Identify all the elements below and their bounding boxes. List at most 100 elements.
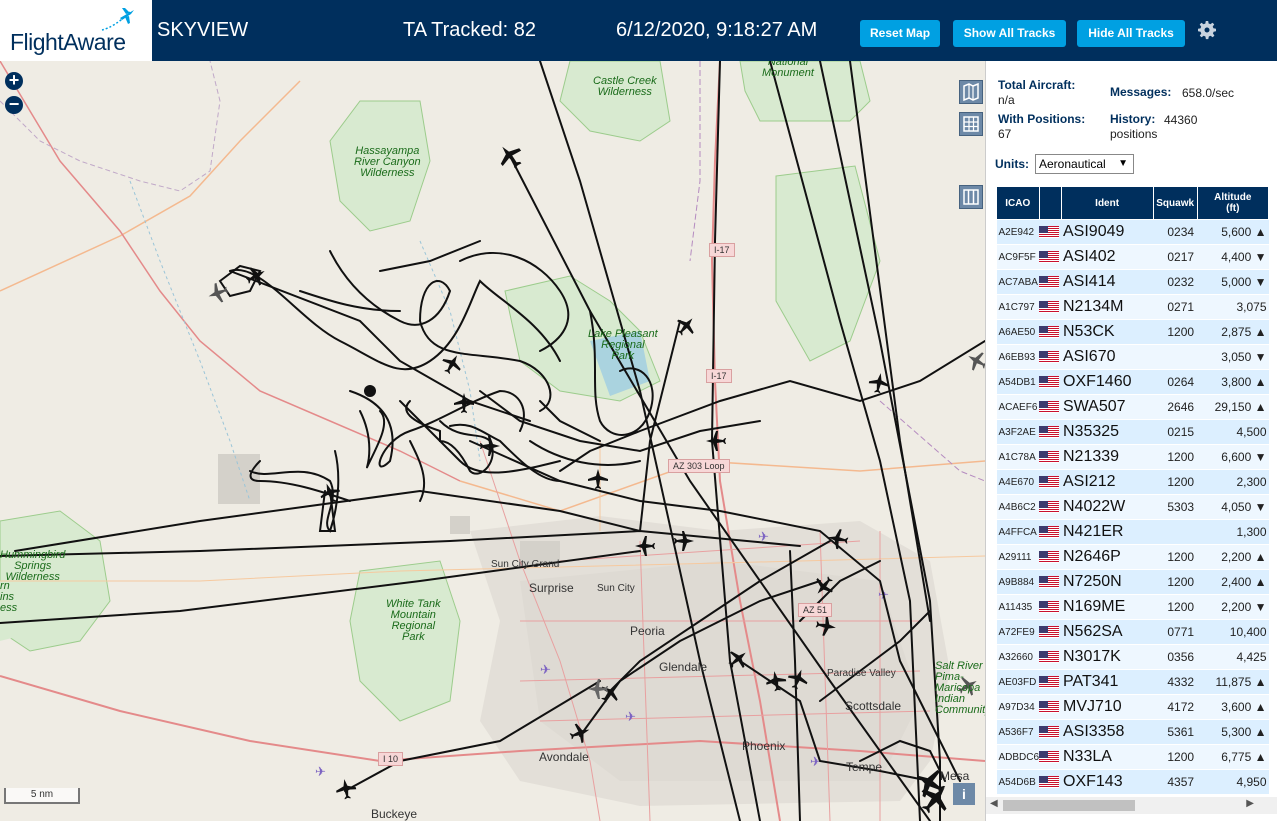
table-cell-squawk: 0771 [1153, 619, 1198, 645]
info-icon[interactable]: i [953, 783, 975, 805]
table-cell-altitude: 2,200 ▼ [1197, 594, 1269, 620]
column-altitude[interactable]: Altitude (ft) [1196, 186, 1270, 220]
table-row[interactable]: A6EB93 ASI670 3,050 ▼ [996, 344, 1269, 370]
table-cell-altitude: 6,600 ▼ [1197, 444, 1269, 470]
table-cell-icao: A54D6B [996, 769, 1040, 795]
zoom-in-button[interactable]: + [5, 71, 23, 90]
table-row[interactable]: A9B884 N7250N 1200 2,400 ▲ [996, 569, 1269, 595]
units-selected-value: Aeronautical [1039, 157, 1106, 171]
column-squawk[interactable]: Squawk [1152, 186, 1198, 220]
show-all-tracks-button[interactable]: Show All Tracks [953, 20, 1066, 47]
table-row[interactable]: A3F2AE N35325 0215 4,500 [996, 419, 1269, 445]
column-icao[interactable]: ICAO [996, 186, 1040, 220]
us-flag-icon [1039, 444, 1061, 470]
gear-icon[interactable] [1195, 18, 1219, 42]
table-cell-squawk: 4357 [1153, 769, 1198, 795]
table-cell-ident: N4022W [1061, 494, 1154, 520]
map-view[interactable]: ✈ ✈ ✈ ✈ ✈ ✈ National Monument Castle Cre… [0, 61, 985, 821]
table-cell-ident: N53CK [1061, 319, 1154, 345]
messages-label: Messages: [1110, 85, 1172, 99]
units-select[interactable]: Aeronautical ▼ [1035, 154, 1134, 174]
table-row[interactable]: A32660 N3017K 0356 4,425 [996, 644, 1269, 670]
scroll-left-icon[interactable]: ◀ [990, 798, 998, 809]
history-value: 44360 [1164, 113, 1198, 127]
columns-toggle-button[interactable] [959, 185, 983, 209]
label-national-monument: National Monument [762, 61, 814, 79]
header-bar: FlightAware SKYVIEW TA Tracked: 82 6/12/… [0, 0, 1277, 61]
city-sun-city-grand: Sun City Grand [491, 559, 560, 570]
us-flag-icon [1039, 369, 1061, 395]
table-cell-altitude: 4,950 [1197, 769, 1269, 795]
us-flag-icon [1039, 319, 1061, 345]
table-cell-squawk: 1200 [1153, 319, 1198, 345]
table-cell-icao: A1C797 [996, 294, 1040, 320]
table-cell-icao: A11435 [996, 594, 1040, 620]
map-icon [963, 82, 979, 102]
table-cell-icao: A4B6C2 [996, 494, 1040, 520]
table-row[interactable]: A4B6C2 N4022W 5303 4,050 ▼ [996, 494, 1269, 520]
aircraft-sidebar: Total Aircraft: n/a With Positions: 67 M… [985, 61, 1277, 821]
hide-all-tracks-button[interactable]: Hide All Tracks [1077, 20, 1185, 47]
flightaware-logo[interactable]: FlightAware [0, 0, 152, 61]
zoom-out-button[interactable]: − [5, 95, 23, 114]
table-row[interactable]: ADBDC6 N33LA 1200 6,775 ▲ [996, 744, 1269, 770]
table-cell-ident: N33LA [1061, 744, 1154, 770]
horizontal-scrollbar[interactable]: ◀ ▶ [986, 797, 1277, 814]
grid-toggle-button[interactable] [959, 112, 983, 136]
table-row[interactable]: A536F7 ASI3358 5361 5,300 ▲ [996, 719, 1269, 745]
table-row[interactable]: A4FFCA N421ER 1,300 [996, 519, 1269, 545]
app-title: SKYVIEW [157, 19, 249, 41]
table-row[interactable]: A97D34 MVJ710 4172 3,600 ▲ [996, 694, 1269, 720]
column-ident[interactable]: Ident [1060, 186, 1154, 220]
table-cell-ident: ASI3358 [1061, 719, 1154, 745]
table-row[interactable]: A4E670 ASI212 1200 2,300 [996, 469, 1269, 495]
table-cell-altitude: 4,050 ▼ [1197, 494, 1269, 520]
label-salt-river: Salt River Pima- Maricopa Indian Communi… [935, 660, 985, 716]
table-row[interactable]: AC9F5F ASI402 0217 4,400 ▼ [996, 244, 1269, 270]
shield-az303: AZ 303 Loop [668, 459, 730, 473]
aircraft-table: ICAO Ident Squawk Altitude (ft) A2E942 AS… [996, 186, 1270, 795]
columns-icon [963, 189, 979, 205]
shield-i17-south: I-17 [706, 369, 732, 383]
scrollbar-thumb[interactable] [1003, 800, 1135, 811]
table-cell-ident: N21339 [1061, 444, 1154, 470]
map-layers-button[interactable] [959, 80, 983, 104]
table-row[interactable]: AC7ABA ASI414 0232 5,000 ▼ [996, 269, 1269, 295]
label-hassayampa: Hassayampa River Canyon Wilderness [354, 145, 421, 179]
us-flag-icon [1039, 719, 1061, 745]
table-cell-altitude: 2,875 ▲ [1197, 319, 1269, 345]
scroll-right-icon[interactable]: ▶ [1246, 798, 1254, 809]
table-row[interactable]: A6AE50 N53CK 1200 2,875 ▲ [996, 319, 1269, 345]
table-row[interactable]: A54DB1 OXF1460 0264 3,800 ▲ [996, 369, 1269, 395]
table-row[interactable]: A11435 N169ME 1200 2,200 ▼ [996, 594, 1269, 620]
table-row[interactable]: AE03FD PAT341 4332 11,875 ▲ [996, 669, 1269, 695]
table-header-row: ICAO Ident Squawk Altitude (ft) [996, 186, 1270, 220]
label-white-tank: White Tank Mountain Regional Park [386, 598, 441, 643]
city-buckeye: Buckeye [371, 807, 418, 821]
label-lake-pleasant: Lake Pleasant Regional Park [588, 328, 658, 362]
reset-map-button[interactable]: Reset Map [860, 20, 940, 47]
table-cell-altitude: 2,300 [1197, 469, 1269, 495]
table-cell-ident: PAT341 [1061, 669, 1154, 695]
table-cell-squawk: 2646 [1153, 394, 1198, 420]
table-row[interactable]: A1C797 N2134M 0271 3,075 [996, 294, 1269, 320]
table-cell-icao: A97D34 [996, 694, 1040, 720]
table-cell-ident: ASI670 [1061, 344, 1154, 370]
table-row[interactable]: A54D6B OXF143 4357 4,950 [996, 769, 1269, 795]
table-row[interactable]: A72FE9 N562SA 0771 10,400 [996, 619, 1269, 645]
table-row[interactable]: A2E942 ASI9049 0234 5,600 ▲ [996, 219, 1269, 245]
table-cell-icao: A4FFCA [996, 519, 1040, 545]
us-flag-icon [1039, 419, 1061, 445]
table-cell-squawk: 0232 [1153, 269, 1198, 295]
table-cell-ident: ASI9049 [1061, 219, 1154, 245]
table-cell-altitude: 3,600 ▲ [1197, 694, 1269, 720]
column-flag[interactable] [1038, 186, 1062, 220]
table-cell-altitude: 29,150 ▲ [1197, 394, 1269, 420]
us-flag-icon [1039, 769, 1061, 795]
city-sun-city: Sun City [597, 583, 635, 594]
table-row[interactable]: A1C78A N21339 1200 6,600 ▼ [996, 444, 1269, 470]
table-row[interactable]: ACAEF6 SWA507 2646 29,150 ▲ [996, 394, 1269, 420]
table-row[interactable]: A29111 N2646P 1200 2,200 ▲ [996, 544, 1269, 570]
us-flag-icon [1039, 269, 1061, 295]
table-cell-ident: N3017K [1061, 644, 1154, 670]
